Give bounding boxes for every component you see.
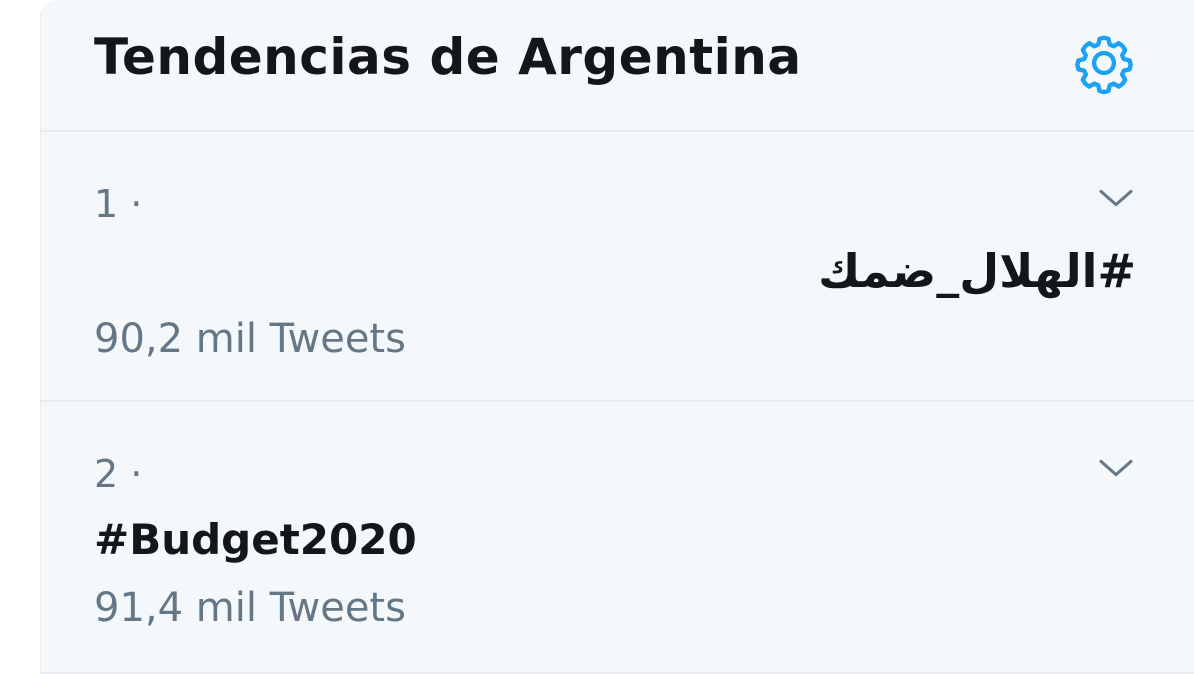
trend-name[interactable]: #Budget2020 [94,519,417,561]
trends-panel: Tendencias de Argentina 1 · #الهلال_ضمك … [40,0,1194,674]
trend-tweet-count: 90,2 mil Tweets [94,316,406,362]
trend-rank: 2 · [94,452,143,496]
trend-rank: 1 · [94,182,143,226]
chevron-down-icon[interactable] [1096,448,1136,488]
trend-item[interactable]: 2 · #Budget2020 91,4 mil Tweets [41,402,1194,674]
chevron-down-icon[interactable] [1096,178,1136,218]
trends-title: Tendencias de Argentina [94,28,802,86]
trend-name[interactable]: #الهلال_ضمك [818,248,1136,294]
trend-item[interactable]: 1 · #الهلال_ضمك 90,2 mil Tweets [41,132,1194,402]
gear-icon[interactable] [1071,30,1137,96]
trends-header: Tendencias de Argentina [41,0,1194,132]
trend-tweet-count: 91,4 mil Tweets [94,585,406,631]
